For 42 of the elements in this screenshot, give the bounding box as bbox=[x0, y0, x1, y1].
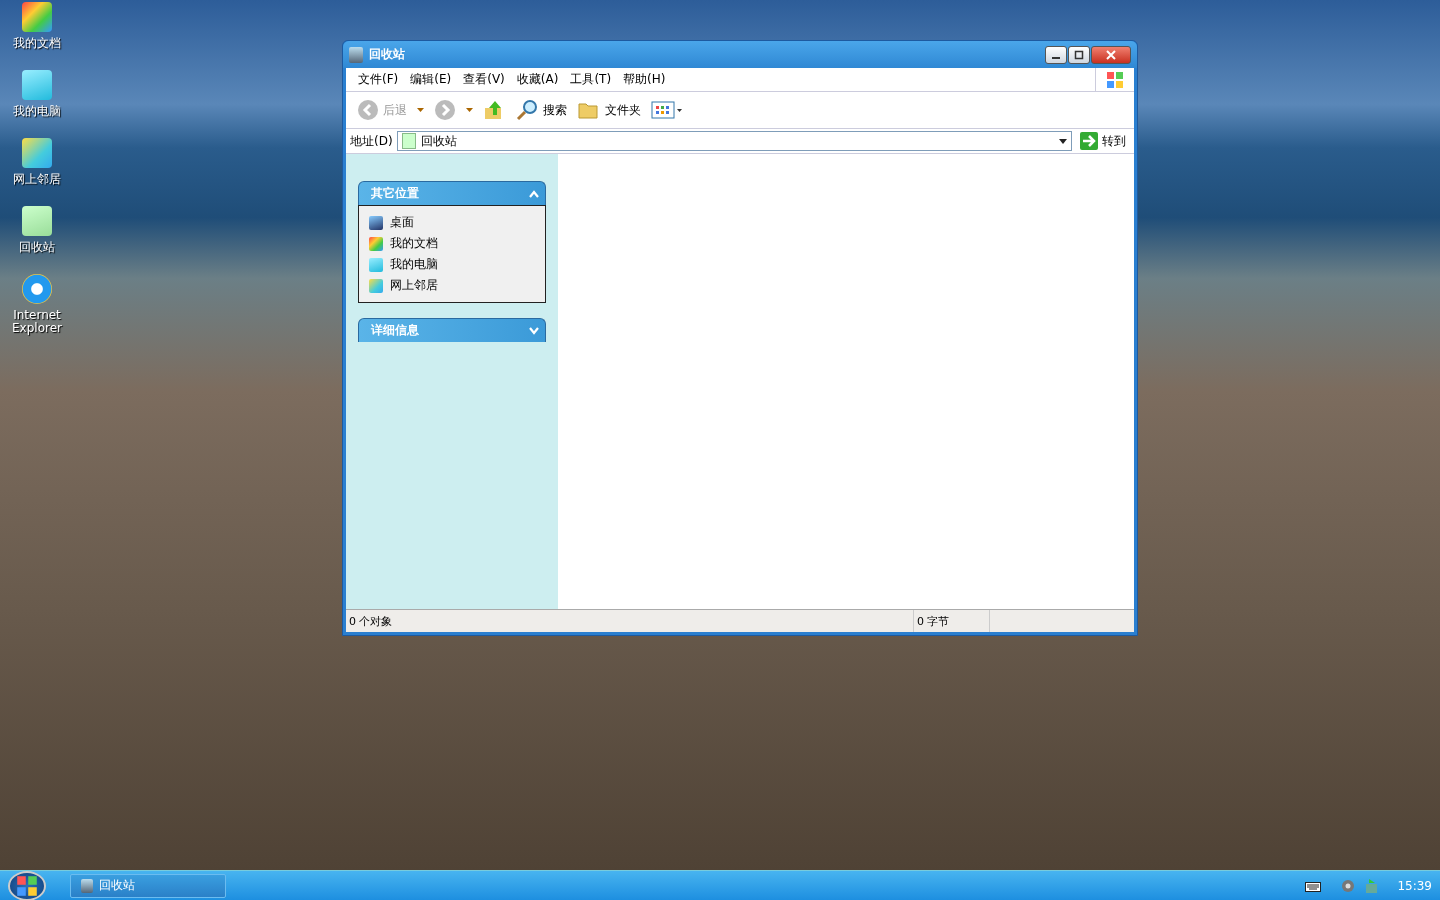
address-field[interactable]: 回收站 bbox=[396, 131, 1072, 151]
menu-item[interactable]: 查看(V) bbox=[459, 71, 513, 88]
status-text: 0 个对象 bbox=[346, 610, 914, 632]
address-label: 地址(D) bbox=[350, 132, 393, 150]
menu-item[interactable]: 收藏(A) bbox=[512, 71, 567, 88]
desktop-icon[interactable] bbox=[22, 2, 52, 32]
desktop-icon-label[interactable]: 网上邻居 bbox=[2, 173, 72, 186]
minimize-icon bbox=[1052, 56, 1060, 59]
menu-item[interactable]: 编辑(E) bbox=[406, 71, 460, 88]
go-arrow-icon bbox=[1080, 132, 1098, 150]
place-link[interactable]: 我的电脑 bbox=[390, 256, 438, 273]
menu-item[interactable]: 帮助(H) bbox=[619, 71, 674, 88]
place-link[interactable]: 桌面 bbox=[390, 214, 414, 231]
maximize-icon bbox=[1074, 49, 1084, 60]
search-icon bbox=[515, 98, 539, 122]
desktop-icon-label[interactable]: 我的电脑 bbox=[2, 105, 72, 118]
windows-logo-icon bbox=[16, 874, 38, 897]
clock: 15:39 bbox=[1397, 878, 1432, 893]
menu-item[interactable]: 文件(F) bbox=[354, 71, 407, 88]
start-button[interactable] bbox=[8, 870, 46, 900]
search-button[interactable]: 搜索 bbox=[512, 96, 570, 124]
menu-item[interactable]: 工具(T) bbox=[566, 71, 620, 88]
collapse-chevron-icon[interactable] bbox=[529, 189, 539, 198]
close-icon bbox=[1106, 49, 1116, 60]
desktop-icon-label[interactable]: 回收站 bbox=[2, 241, 72, 254]
folders-button[interactable]: 文件夹 bbox=[574, 97, 644, 123]
dropdown-arrow-icon[interactable] bbox=[1059, 138, 1067, 144]
go-button[interactable]: 转到 bbox=[1076, 132, 1130, 150]
expand-chevron-icon[interactable] bbox=[529, 326, 539, 335]
caret-icon[interactable] bbox=[414, 108, 427, 112]
window-title: 回收站 bbox=[369, 46, 406, 63]
minimize-button[interactable] bbox=[1045, 45, 1067, 64]
desktop-icon-label[interactable]: Internet Explorer bbox=[2, 309, 72, 335]
desktop-icon-label[interactable]: 我的文档 bbox=[2, 37, 72, 50]
keyboard-icon[interactable] bbox=[1305, 879, 1322, 892]
close-button[interactable] bbox=[1091, 45, 1131, 64]
maximize-button[interactable] bbox=[1068, 45, 1090, 64]
caret-icon[interactable] bbox=[463, 108, 476, 112]
speaker-icon[interactable] bbox=[1341, 878, 1356, 893]
place-link[interactable]: 网上邻居 bbox=[390, 277, 438, 294]
status-text: 0 字节 bbox=[914, 610, 990, 632]
place-link[interactable]: 我的文档 bbox=[390, 235, 438, 252]
